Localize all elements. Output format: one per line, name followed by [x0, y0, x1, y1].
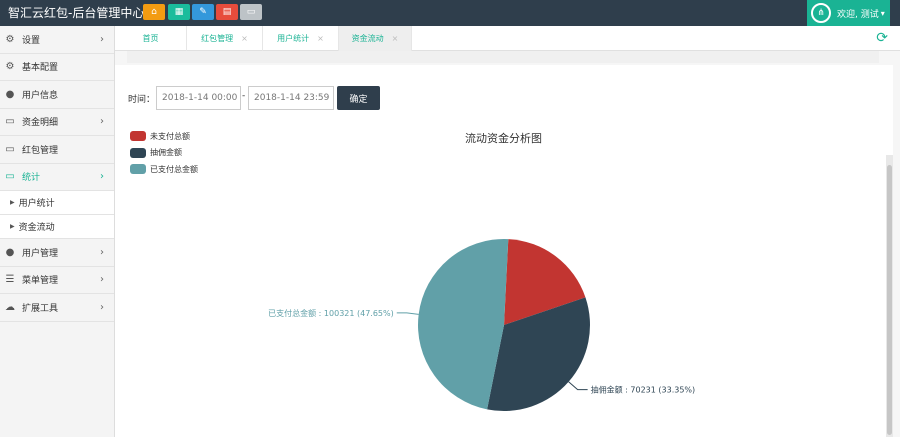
- sidebar-item-label: 资金明细: [22, 118, 59, 129]
- caret-right-icon: ▶: [10, 199, 15, 206]
- sidebar-item-user-management[interactable]: ● 用户管理 ›: [0, 239, 114, 267]
- tab-fund-flow[interactable]: 资金流动 ×: [339, 26, 412, 51]
- content-area: 时间： - 确定 未支付总额 抽佣金额 已支付总金额 流动资金分析图 抽佣金额 …: [115, 51, 900, 437]
- label-leader-line: [396, 312, 419, 315]
- tab-label: 资金流动: [351, 34, 384, 43]
- sidebar-item-basic-config[interactable]: ⚙ 基本配置: [0, 54, 114, 81]
- monitor-icon: ▭: [5, 171, 15, 183]
- slice-label: 抽佣金额 : 70231 (33.35%): [591, 385, 696, 395]
- sidebar-subitem-user-stats[interactable]: ▶ 用户统计: [0, 191, 114, 215]
- sidebar: ⚙ 设置 › ⚙ 基本配置 ● 用户信息 ▭ 资金明细 › ▭ 红包管理 ▭ 统…: [0, 26, 115, 437]
- sidebar-item-redpacket[interactable]: ▭ 红包管理: [0, 136, 114, 164]
- chart-panel: 时间： - 确定 未支付总额 抽佣金额 已支付总金额 流动资金分析图 抽佣金额 …: [115, 65, 893, 437]
- chevron-down-icon: ▾: [880, 8, 885, 18]
- share-icon: ⋔: [811, 3, 831, 23]
- file-icon[interactable]: ▤: [216, 4, 238, 20]
- sidebar-item-user-info[interactable]: ● 用户信息: [0, 81, 114, 109]
- monitor-icon: ▭: [5, 116, 15, 128]
- sidebar-item-extensions[interactable]: ☁ 扩展工具 ›: [0, 294, 114, 322]
- chevron-right-icon: ›: [100, 33, 104, 45]
- refresh-icon[interactable]: ⟳: [876, 30, 888, 46]
- gear-icon: ⚙: [5, 33, 15, 45]
- chevron-right-icon: ›: [100, 301, 104, 313]
- user-menu[interactable]: ⋔ 欢迎, 测试 ▾: [807, 0, 890, 26]
- chevron-right-icon: ›: [100, 116, 104, 128]
- cloud-icon: ☁: [5, 301, 15, 313]
- sidebar-item-label: 统计: [22, 173, 41, 184]
- window-icon[interactable]: ▭: [240, 4, 262, 20]
- sidebar-item-label: 用户信息: [22, 90, 59, 101]
- sidebar-item-statistics[interactable]: ▭ 统计 ›: [0, 164, 114, 191]
- sidebar-subitem-label: 资金流动: [18, 223, 55, 233]
- app-title: 智汇云红包-后台管理中心: [8, 6, 145, 20]
- sidebar-subitem-label: 用户统计: [18, 199, 55, 209]
- grid-icon[interactable]: ▦: [168, 4, 190, 20]
- sidebar-item-fund-details[interactable]: ▭ 资金明细 ›: [0, 109, 114, 136]
- sidebar-item-label: 用户管理: [22, 248, 59, 259]
- user-label: 欢迎, 测试: [837, 9, 879, 20]
- gear-icon: ⚙: [5, 61, 15, 73]
- sidebar-item-label: 菜单管理: [22, 276, 59, 287]
- sidebar-item-label: 基本配置: [22, 63, 59, 74]
- slice-label: 已支付总金额 : 100321 (47.65%): [268, 308, 394, 318]
- sidebar-item-menu-management[interactable]: ☰ 菜单管理 ›: [0, 267, 114, 294]
- tab-label: 红包管理: [201, 34, 234, 43]
- scrollbar-thumb[interactable]: [887, 165, 892, 435]
- chevron-right-icon: ›: [100, 171, 104, 183]
- tab-bar: 首页 红包管理 × 用户统计 × 资金流动 × ⟳: [115, 26, 900, 51]
- caret-right-icon: ▶: [10, 223, 15, 230]
- tab-label: 首页: [142, 34, 159, 43]
- tab-user-stats[interactable]: 用户统计 ×: [263, 26, 339, 51]
- close-icon[interactable]: ×: [392, 34, 399, 43]
- sidebar-item-label: 红包管理: [22, 145, 59, 156]
- scrollbar[interactable]: [886, 155, 893, 437]
- home-icon[interactable]: ⌂: [143, 4, 165, 20]
- label-leader-line: [568, 381, 588, 391]
- chevron-right-icon: ›: [100, 274, 104, 286]
- pie-chart: 抽佣金额 : 70231 (33.35%) 已支付总金额 : 100321 (47…: [268, 239, 696, 411]
- users-icon: ●: [5, 88, 15, 100]
- sidebar-item-label: 扩展工具: [22, 303, 59, 314]
- monitor-icon: ▭: [5, 143, 15, 155]
- sidebar-item-label: 设置: [22, 35, 41, 46]
- sidebar-subitem-fund-flow[interactable]: ▶ 资金流动: [0, 215, 114, 239]
- users-icon: ●: [5, 246, 15, 258]
- close-icon[interactable]: ×: [317, 34, 324, 43]
- chevron-right-icon: ›: [100, 246, 104, 258]
- close-icon[interactable]: ×: [241, 34, 248, 43]
- list-icon: ☰: [5, 274, 15, 286]
- edit-icon[interactable]: ✎: [192, 4, 214, 20]
- tab-label: 用户统计: [277, 34, 310, 43]
- top-header: 智汇云红包-后台管理中心 ⌂ ▦ ✎ ▤ ▭ ⋔ 欢迎, 测试 ▾: [0, 0, 900, 26]
- content-header-strip: [127, 51, 879, 63]
- sidebar-item-settings[interactable]: ⚙ 设置 ›: [0, 26, 114, 54]
- tab-redpacket[interactable]: 红包管理 ×: [187, 26, 263, 51]
- tab-home[interactable]: 首页: [115, 26, 187, 51]
